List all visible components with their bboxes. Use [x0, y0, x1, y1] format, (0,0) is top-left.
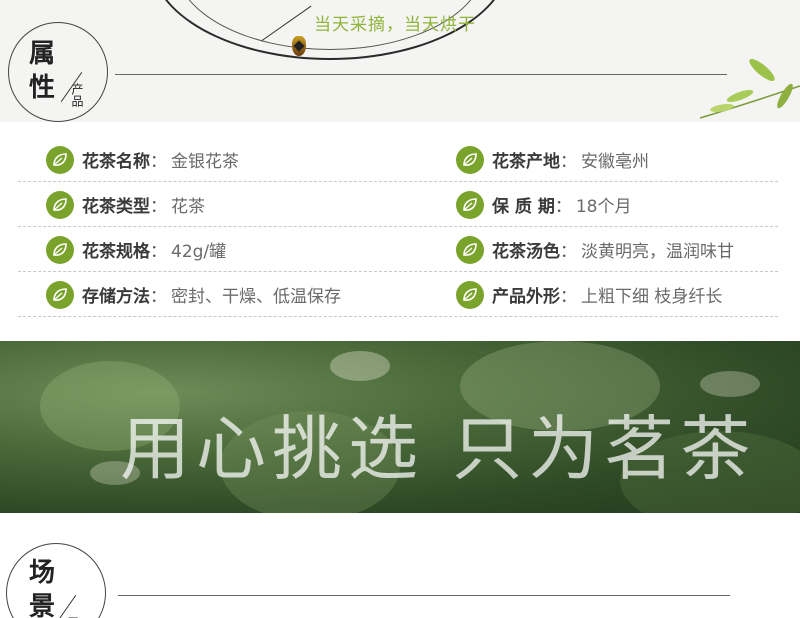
attribute-label: 花茶汤色 [492, 242, 560, 262]
attribute-label: 存储方法 [82, 287, 150, 307]
attribute-cell: 花茶规格： 42g/罐 [46, 227, 226, 272]
attribute-row: 花茶名称：金银花茶 花茶产地：安徽亳州 [18, 137, 778, 182]
attribute-value: 上粗下细 枝身纤长 [581, 287, 723, 307]
header-divider [115, 74, 727, 75]
badge-char-2: 性 [29, 73, 56, 103]
leaf-icon [46, 190, 74, 219]
attribute-cell: 花茶汤色：淡黄明亮，温润味甘 [456, 227, 734, 272]
bottom-header-band: 场 景 展 [0, 513, 800, 618]
leaf-icon [456, 280, 484, 309]
attribute-table: 花茶名称：金银花茶 花茶产地：安徽亳州 花茶类型：花茶 保 质 期：18个月 [18, 137, 778, 317]
section-badge-scene: 场 景 展 [6, 543, 106, 618]
attribute-colon: ： [560, 152, 577, 172]
attribute-value: 淡黄明亮，温润味甘 [581, 242, 734, 262]
attribute-cell: 花茶产地：安徽亳州 [456, 137, 649, 182]
top-header-band: 当天采摘，当天烘干 属 性 产品 [0, 0, 800, 122]
attribute-label: 产品外形 [492, 287, 560, 307]
pointer-marker-icon [292, 36, 306, 56]
attribute-cell: 保 质 期： 18个月 [456, 182, 631, 227]
leaf-icon [456, 190, 484, 219]
attribute-cell: 存储方法：密封、干燥、低温保存 [46, 272, 341, 317]
attribute-row: 花茶类型：花茶 保 质 期： 18个月 [18, 182, 778, 227]
attribute-colon: ： [560, 242, 577, 262]
attribute-cell: 花茶名称：金银花茶 [46, 137, 239, 182]
attribute-value: 42g/罐 [171, 242, 227, 262]
attribute-value: 安徽亳州 [581, 152, 649, 172]
header-divider [118, 595, 730, 596]
attribute-row: 花茶规格： 42g/罐 花茶汤色：淡黄明亮，温润味甘 [18, 227, 778, 272]
leaf-icon [46, 280, 74, 309]
attribute-value: 18个月 [575, 197, 632, 217]
attribute-colon: ： [150, 287, 167, 307]
slogan-banner: 用心挑选 只为茗茶 [0, 341, 800, 513]
attribute-colon: ： [150, 197, 167, 217]
leaf-icon [456, 235, 484, 264]
badge-char-2: 景 [29, 592, 56, 618]
attribute-label: 花茶类型 [82, 197, 150, 217]
attribute-label: 花茶产地 [492, 152, 560, 172]
badge-subtext: 展 [67, 614, 79, 618]
leaf-icon [456, 145, 484, 174]
leaf-icon [46, 145, 74, 174]
attribute-colon: ： [554, 197, 572, 217]
section-badge-attributes: 属 性 产品 [8, 22, 108, 122]
attribute-label: 花茶规格 [82, 242, 150, 262]
banner-slogan: 用心挑选 只为茗茶 [120, 408, 757, 490]
top-tagline: 当天采摘，当天烘干 [314, 15, 476, 35]
attribute-cell: 产品外形：上粗下细 枝身纤长 [456, 272, 722, 317]
attribute-colon: ： [150, 242, 167, 262]
flower-blob [330, 351, 390, 381]
attribute-value: 密封、干燥、低温保存 [171, 287, 341, 307]
attribute-label: 保 质 期 [492, 197, 555, 217]
attribute-row: 存储方法：密封、干燥、低温保存 产品外形：上粗下细 枝身纤长 [18, 272, 778, 317]
leaf-icon [46, 235, 74, 264]
attribute-colon: ： [560, 287, 577, 307]
attribute-colon: ： [150, 152, 167, 172]
attribute-label: 花茶名称 [82, 152, 150, 172]
leaf-branch-icon [700, 59, 800, 119]
attribute-cell: 花茶类型：花茶 [46, 182, 205, 227]
attribute-value: 金银花茶 [171, 152, 239, 172]
badge-char-1: 场 [29, 558, 56, 588]
badge-subtext: 产品 [70, 83, 84, 107]
badge-char-1: 属 [29, 39, 56, 69]
attribute-value: 花茶 [171, 197, 205, 217]
